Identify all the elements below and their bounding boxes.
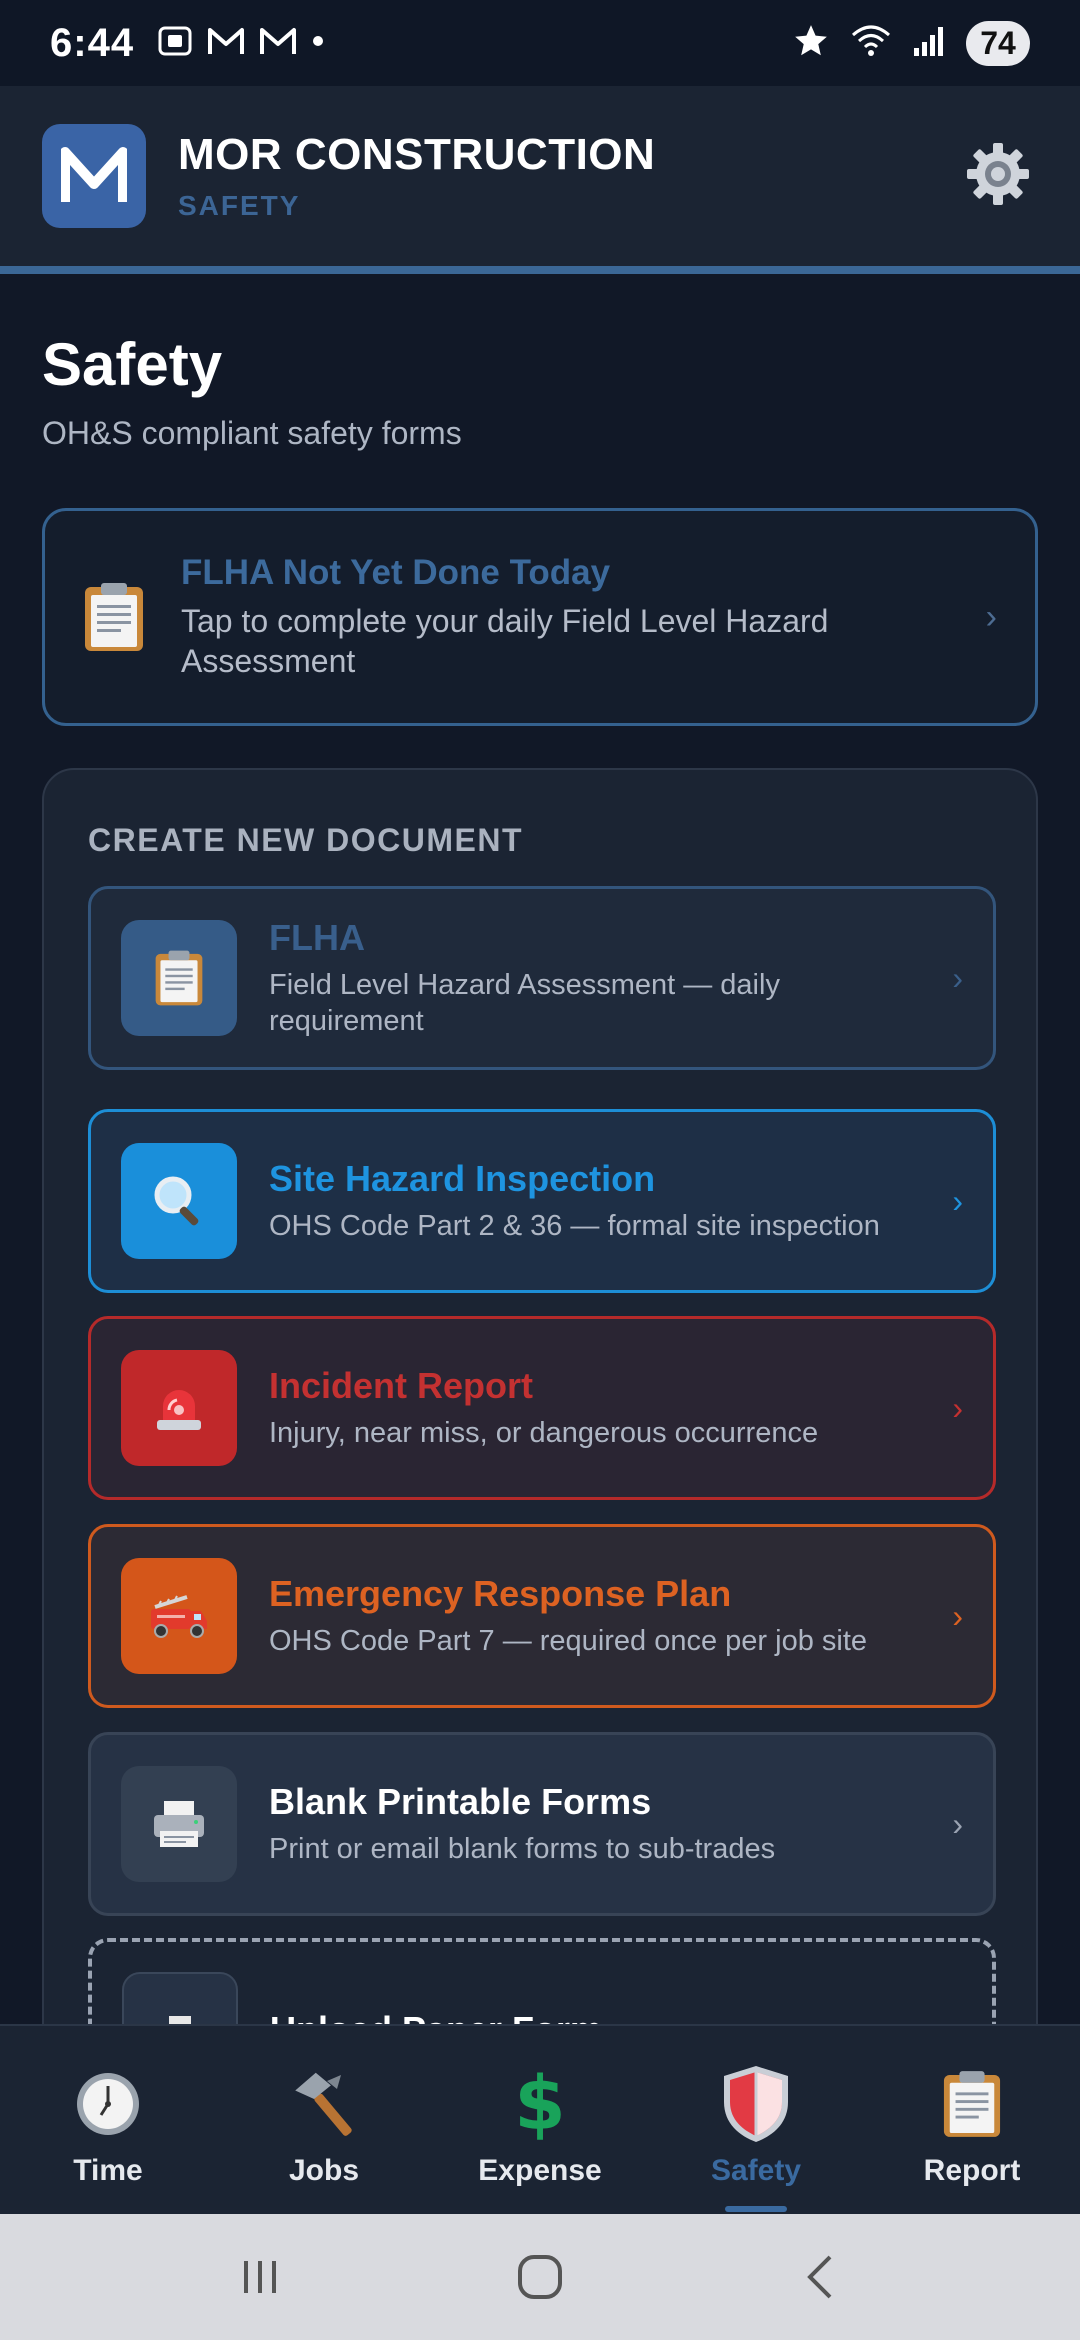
clipboard-icon: [121, 920, 237, 1036]
doc-title: Emergency Response Plan: [269, 1573, 732, 1614]
fire-truck-icon: [121, 1558, 237, 1674]
back-button[interactable]: [780, 2247, 860, 2307]
doc-text: Blank Printable Forms Print or email bla…: [269, 1781, 936, 1867]
alert-description: Tap to complete your daily Field Level H…: [181, 603, 829, 679]
clipboard-icon: [942, 2066, 1002, 2142]
nav-item-jobs[interactable]: Jobs: [216, 2026, 432, 2214]
chevron-right-icon: ›: [952, 959, 963, 996]
bottom-nav: Time Jobs $ Expense Safety Report: [0, 2024, 1080, 2214]
doc-description: OHS Code Part 7 — required once per job …: [269, 1625, 868, 1657]
system-nav-bar: [0, 2214, 1080, 2340]
wifi-icon: [850, 23, 892, 64]
hammer-icon: [287, 2066, 361, 2142]
clock-icon: [73, 2066, 143, 2142]
recent-apps-button[interactable]: [220, 2247, 300, 2307]
site-hazard-inspection-item[interactable]: Site Hazard Inspection OHS Code Part 2 &…: [88, 1109, 996, 1293]
clipboard-icon: [83, 581, 145, 653]
blank-printable-forms-item[interactable]: Blank Printable Forms Print or email bla…: [88, 1732, 996, 1916]
section-label: SAFETY: [178, 190, 301, 221]
dot-icon: [310, 33, 326, 54]
gmail-icon: [258, 24, 298, 63]
notification-icons: [156, 22, 326, 65]
safety-screen: 6:44 74 MOR CONSTRUCTION SAFETY Safety O…: [0, 0, 1080, 2340]
app-header: MOR CONSTRUCTION SAFETY: [0, 86, 1080, 274]
chevron-right-icon: ›: [952, 1389, 963, 1426]
gear-icon: [963, 139, 1033, 214]
doc-description: Print or email blank forms to sub-trades: [269, 1833, 776, 1865]
shield-icon: [720, 2066, 792, 2142]
nav-item-safety[interactable]: Safety: [648, 2026, 864, 2214]
emergency-response-plan-item[interactable]: Emergency Response Plan OHS Code Part 7 …: [88, 1524, 996, 1708]
doc-title: Incident Report: [269, 1365, 534, 1406]
incident-report-item[interactable]: Incident Report Injury, near miss, or da…: [88, 1316, 996, 1500]
printer-icon: [121, 1766, 237, 1882]
system-indicators: 74: [792, 20, 1030, 66]
battery-indicator: 74: [966, 20, 1030, 66]
alert-text: FLHA Not Yet Done Today Tap to complete …: [181, 553, 966, 681]
home-button[interactable]: [500, 2247, 580, 2307]
company-logo: [42, 124, 146, 228]
nav-label: Report: [923, 2154, 1021, 2187]
doc-text: Incident Report Injury, near miss, or da…: [269, 1365, 936, 1451]
company-name: MOR CONSTRUCTION: [178, 130, 656, 179]
magnifier-icon: [121, 1143, 237, 1259]
flha-alert-banner[interactable]: FLHA Not Yet Done Today Tap to complete …: [42, 508, 1038, 726]
nav-label: Jobs: [288, 2154, 360, 2187]
siren-icon: [121, 1350, 237, 1466]
chevron-right-icon: ›: [952, 1805, 963, 1842]
signal-icon: [912, 24, 946, 63]
screenshot-icon: [156, 22, 194, 65]
nav-item-time[interactable]: Time: [0, 2026, 216, 2214]
nav-item-report[interactable]: Report: [864, 2026, 1080, 2214]
dollar-icon: $: [514, 2061, 566, 2147]
page-subtitle: OH&S compliant safety forms: [42, 415, 462, 451]
brand: MOR CONSTRUCTION SAFETY: [178, 130, 655, 222]
nav-label: Time: [73, 2154, 143, 2187]
create-heading: CREATE NEW DOCUMENT: [88, 822, 523, 858]
doc-description: OHS Code Part 2 & 36 — formal site inspe…: [269, 1210, 880, 1242]
chevron-right-icon: ›: [952, 1182, 963, 1219]
star-icon: [792, 22, 830, 65]
page-title: Safety: [42, 331, 223, 398]
doc-text: FLHA Field Level Hazard Assessment — dai…: [269, 917, 936, 1039]
doc-title: Site Hazard Inspection: [269, 1158, 656, 1199]
active-indicator: [725, 2206, 787, 2212]
create-document-card: CREATE NEW DOCUMENT FLHA Field Level Haz…: [42, 768, 1038, 2122]
gmail-icon: [206, 24, 246, 63]
nav-label: Safety: [710, 2154, 802, 2187]
doc-text: Site Hazard Inspection OHS Code Part 2 &…: [269, 1158, 936, 1244]
nav-item-expense[interactable]: $ Expense: [432, 2026, 648, 2214]
doc-title: Blank Printable Forms: [269, 1781, 652, 1822]
doc-description: Injury, near miss, or dangerous occurren…: [269, 1417, 819, 1449]
status-time: 6:44: [50, 20, 135, 65]
alert-title: FLHA Not Yet Done Today: [181, 553, 611, 592]
doc-text: Emergency Response Plan OHS Code Part 7 …: [269, 1573, 936, 1659]
status-bar: 6:44 74: [0, 0, 1080, 86]
settings-button[interactable]: [958, 136, 1038, 216]
doc-description: Field Level Hazard Assessment — daily re…: [269, 969, 780, 1037]
chevron-right-icon: ›: [952, 1597, 963, 1634]
nav-label: Expense: [478, 2154, 602, 2187]
doc-title: FLHA: [269, 917, 365, 958]
flha-item[interactable]: FLHA Field Level Hazard Assessment — dai…: [88, 886, 996, 1070]
chevron-right-icon: ›: [985, 597, 997, 636]
